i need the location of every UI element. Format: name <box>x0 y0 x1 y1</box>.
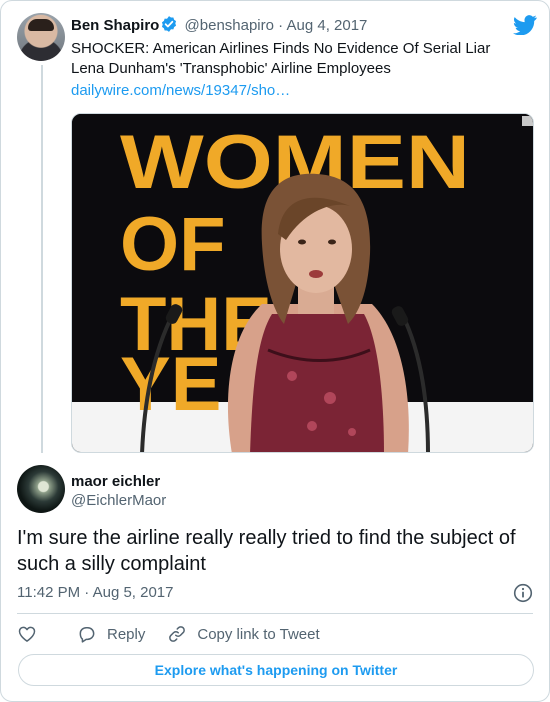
reply-author-name[interactable]: maor eichler <box>71 472 160 492</box>
reply-label: Reply <box>107 625 146 643</box>
author-name[interactable]: Ben Shapiro <box>71 17 159 34</box>
twitter-bird-icon[interactable] <box>513 15 537 40</box>
parent-tweet-text: SHOCKER: American Airlines Finds No Evid… <box>71 40 491 77</box>
reply-timestamp[interactable]: 11:42 PM · Aug 5, 2017 <box>17 583 174 603</box>
meta-separator: · <box>278 17 284 34</box>
info-icon[interactable] <box>513 583 533 608</box>
tweet-date[interactable]: Aug 4, 2017 <box>287 17 368 34</box>
reply-author-handle[interactable]: @EichlerMaor <box>71 491 166 511</box>
image-badge <box>522 116 533 126</box>
explore-twitter-button[interactable]: Explore what's happening on Twitter <box>18 654 534 686</box>
thread-connector <box>41 65 43 453</box>
author-handle[interactable]: @benshapiro <box>185 17 274 34</box>
tweet-actions: Reply Copy link to Tweet <box>17 623 320 645</box>
backdrop-line: YE <box>120 342 221 427</box>
reply-button[interactable]: Reply <box>77 624 145 644</box>
like-button[interactable] <box>17 624 47 644</box>
reply-bubble-icon <box>79 627 95 643</box>
divider <box>17 613 533 614</box>
parent-tweet-header: Ben Shapiro @benshapiro · Aug 4, 2017 <box>71 15 367 39</box>
copy-link-button[interactable]: Copy link to Tweet <box>167 624 320 644</box>
embedded-tweet-card: Ben Shapiro @benshapiro · Aug 4, 2017 SH… <box>0 0 550 702</box>
tweet-photo[interactable]: WOMEN OF THE YE <box>71 113 534 453</box>
backdrop-line: OF <box>120 202 226 287</box>
reply-tweet-text: I'm sure the airline really really tried… <box>17 527 516 575</box>
article-link[interactable]: dailywire.com/news/19347/sho… <box>71 81 290 101</box>
reply-avatar[interactable] <box>17 465 65 513</box>
link-icon <box>169 626 186 642</box>
heart-icon <box>18 626 36 642</box>
avatar[interactable] <box>17 13 65 61</box>
verified-badge-icon <box>160 15 178 39</box>
copy-link-label: Copy link to Tweet <box>197 625 320 643</box>
